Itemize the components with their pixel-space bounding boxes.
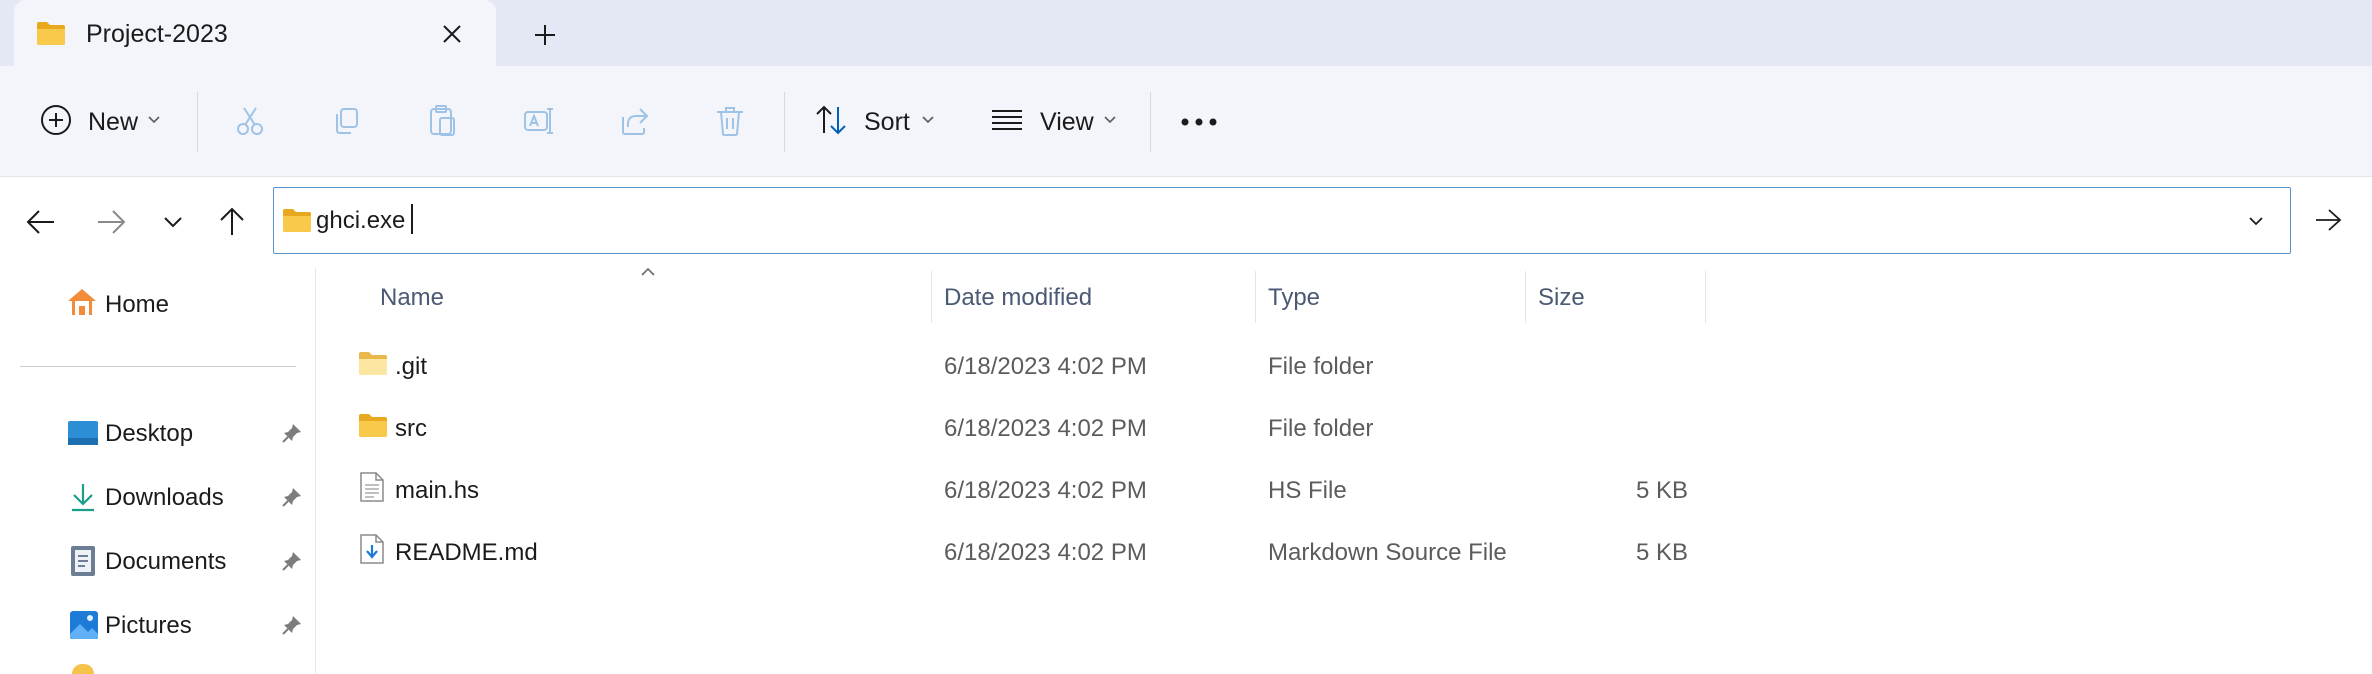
new-tab-icon[interactable] [532,22,558,48]
chevron-down-icon [1104,116,1116,124]
file-date: 6/18/2023 4:02 PM [944,353,1147,380]
file-type: Markdown Source File [1268,539,1507,566]
view-button[interactable]: View [978,92,1128,148]
sidebar-divider [20,366,296,367]
file-name: src [395,415,427,442]
plus-circle-icon [40,104,72,136]
address-history-chevron-icon[interactable] [2248,215,2264,227]
chevron-down-icon [922,116,934,124]
back-arrow-icon[interactable] [26,208,56,236]
file-name: main.hs [395,477,480,504]
pin-icon[interactable] [282,423,302,443]
sort-ascending-icon [640,267,656,277]
forward-arrow-icon[interactable] [96,208,126,236]
file-row[interactable]: src 6/18/2023 4:02 PM File folder [340,407,1710,449]
sidebar-item-label: Home [105,291,170,318]
file-name: README.md [395,539,538,566]
sidebar-item-label: Documents [105,548,227,575]
folder-icon [358,412,388,438]
file-type: HS File [1268,477,1347,504]
downloads-icon [70,482,96,512]
column-header-name[interactable]: Name [380,284,444,312]
sidebar-item-pictures[interactable]: Pictures [66,606,316,646]
file-size: 5 KB [1635,477,1688,504]
paste-icon[interactable] [426,104,458,138]
new-button[interactable]: New [26,92,176,148]
copy-icon[interactable] [330,105,362,137]
desktop-icon [67,420,99,446]
sidebar-item-label: Pictures [105,612,192,639]
tab-title: Project-2023 [86,20,228,48]
folder-icon [282,207,312,233]
sidebar-item-label: Downloads [105,484,224,511]
sidebar-item-desktop[interactable]: Desktop [66,414,316,454]
pictures-icon [69,610,99,640]
file-type: File folder [1268,353,1374,380]
column-divider[interactable] [1525,271,1526,323]
file-row[interactable]: .git 6/18/2023 4:02 PM File folder [340,345,1710,387]
pin-icon[interactable] [282,487,302,507]
more-options-icon[interactable] [1180,112,1218,132]
go-arrow-icon[interactable] [2314,207,2342,233]
documents-icon [70,545,96,577]
sort-icon [814,104,848,136]
file-date: 6/18/2023 4:02 PM [944,477,1147,504]
toolbar-divider [1150,92,1151,152]
column-header-date-modified[interactable]: Date modified [944,284,1092,312]
address-bar[interactable] [273,187,2291,254]
recent-locations-chevron-icon[interactable] [163,215,183,229]
file-date: 6/18/2023 4:02 PM [944,539,1147,566]
pin-icon[interactable] [282,551,302,571]
cut-icon[interactable] [234,105,266,137]
delete-icon[interactable] [714,104,746,138]
column-divider[interactable] [1705,271,1706,323]
folder-icon [36,20,66,46]
folder-icon [358,350,388,376]
up-arrow-icon[interactable] [218,207,246,237]
file-size: 5 KB [1635,539,1688,566]
new-label: New [88,108,139,136]
chevron-down-icon [148,116,160,124]
markdown-file-icon [360,534,384,564]
toolbar-divider [197,92,198,152]
sidebar-item-documents[interactable]: Documents [66,542,316,582]
sort-label: Sort [864,108,910,136]
close-tab-icon[interactable] [440,22,464,46]
view-details-icon [990,108,1024,132]
address-input-text[interactable]: ghci.exe [316,207,405,235]
sidebar-item-home[interactable]: Home [66,285,266,325]
view-label: View [1040,108,1094,136]
file-row[interactable]: README.md 6/18/2023 4:02 PM Markdown Sou… [340,531,1710,573]
column-header-type[interactable]: Type [1268,284,1320,312]
sort-button[interactable]: Sort [806,92,946,148]
sidebar-item-label: Desktop [105,420,194,447]
file-name: .git [395,353,428,380]
column-divider[interactable] [1255,271,1256,323]
file-date: 6/18/2023 4:02 PM [944,415,1147,442]
home-icon [66,287,98,317]
toolbar-divider [784,92,785,152]
column-header-size[interactable]: Size [1538,284,1585,312]
text-file-icon [360,472,384,502]
sidebar-item-downloads[interactable]: Downloads [66,478,316,518]
file-type: File folder [1268,415,1374,442]
column-divider[interactable] [931,271,932,323]
rename-icon[interactable] [522,105,554,137]
pin-icon[interactable] [282,615,302,635]
file-row[interactable]: main.hs 6/18/2023 4:02 PM HS File 5 KB [340,469,1710,511]
text-caret [411,204,413,234]
share-icon[interactable] [618,105,650,137]
